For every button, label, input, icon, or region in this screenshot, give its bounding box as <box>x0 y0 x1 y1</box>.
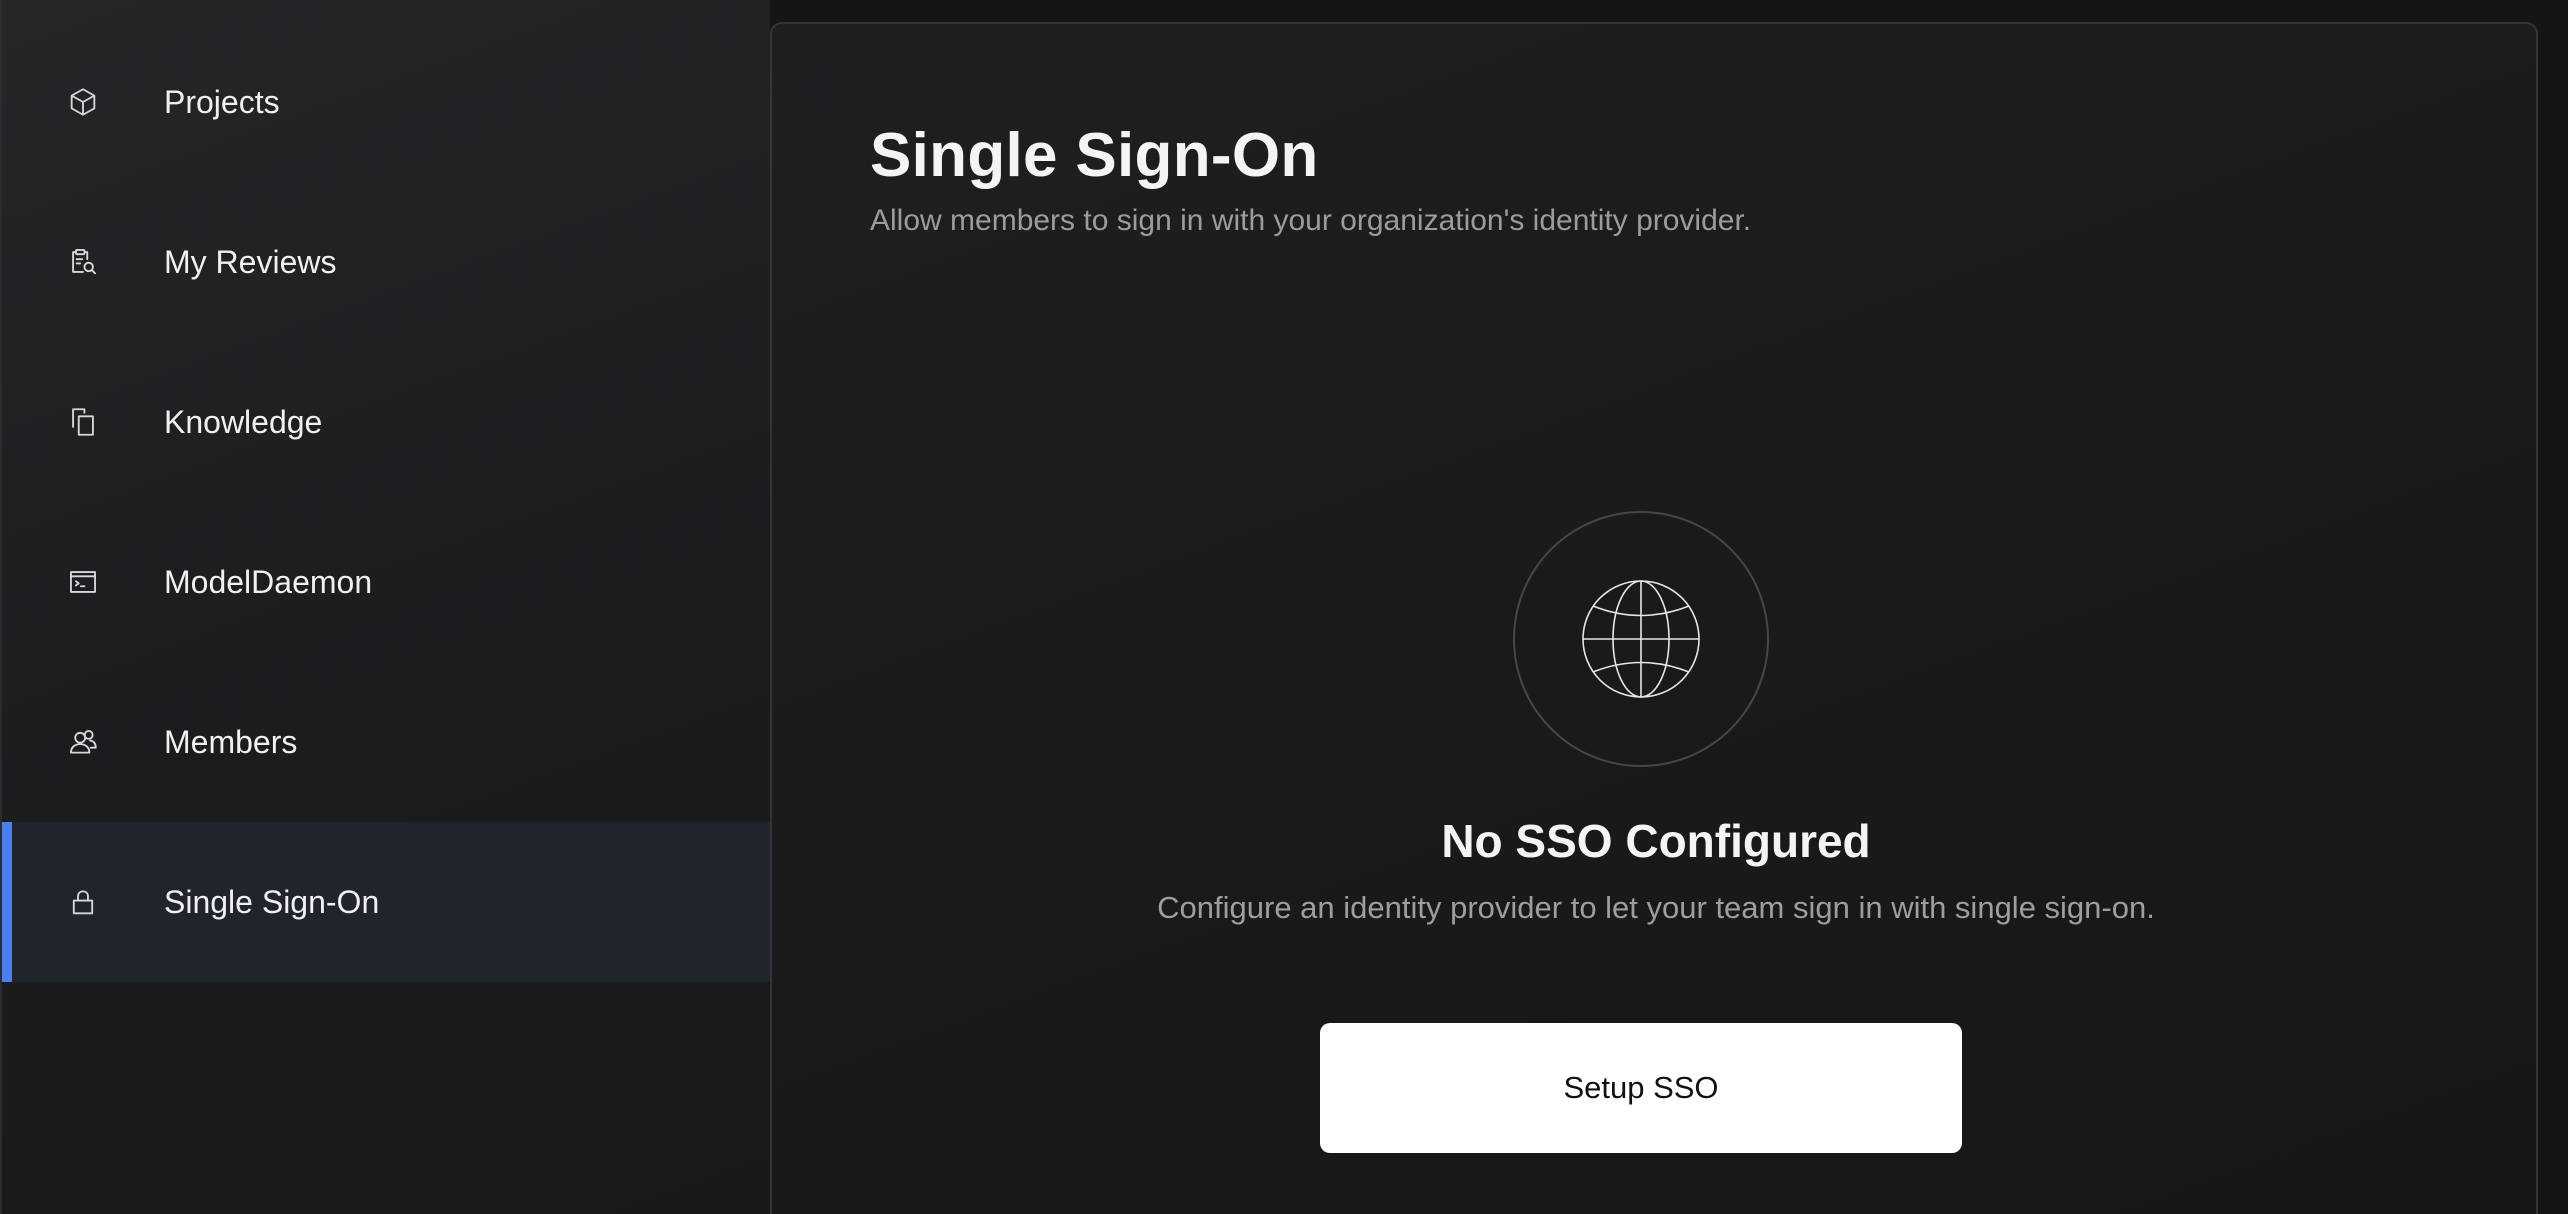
sidebar-item-single-sign-on[interactable]: Single Sign-On <box>2 822 772 982</box>
app-window: Projects My Reviews Knowledge ModelDaemo… <box>0 0 2568 1214</box>
sidebar: Projects My Reviews Knowledge ModelDaemo… <box>0 0 772 1214</box>
sidebar-item-modeldaemon[interactable]: ModelDaemon <box>2 502 772 662</box>
sidebar-item-projects[interactable]: Projects <box>2 22 772 182</box>
terminal-window-icon <box>66 565 100 599</box>
users-icon <box>66 725 100 759</box>
review-clipboard-icon <box>66 245 100 279</box>
page-title: Single Sign-On <box>870 121 1319 190</box>
sidebar-item-label: My Reviews <box>164 243 337 280</box>
sidebar-item-members[interactable]: Members <box>2 662 772 822</box>
empty-state-icon-circle <box>1513 511 1769 767</box>
sidebar-item-knowledge[interactable]: Knowledge <box>2 342 772 502</box>
setup-sso-button[interactable]: Setup SSO <box>1320 1023 1962 1153</box>
page-subtitle: Allow members to sign in with your organ… <box>870 204 1752 237</box>
sidebar-item-label: Projects <box>164 83 280 120</box>
documents-icon <box>66 405 100 439</box>
lock-icon <box>66 885 100 919</box>
sidebar-item-label: Members <box>164 723 298 760</box>
cube-icon <box>66 85 100 119</box>
sso-settings-panel: Single Sign-On Allow members to sign in … <box>770 22 2538 1214</box>
empty-state-title: No SSO Configured <box>1441 815 1871 867</box>
sidebar-item-my-reviews[interactable]: My Reviews <box>2 182 772 342</box>
sidebar-item-label: Knowledge <box>164 403 323 440</box>
sidebar-item-label: Single Sign-On <box>164 883 380 920</box>
empty-state-description: Configure an identity provider to let yo… <box>1157 890 2155 925</box>
globe-icon <box>1582 580 1700 698</box>
sidebar-item-label: ModelDaemon <box>164 563 373 600</box>
